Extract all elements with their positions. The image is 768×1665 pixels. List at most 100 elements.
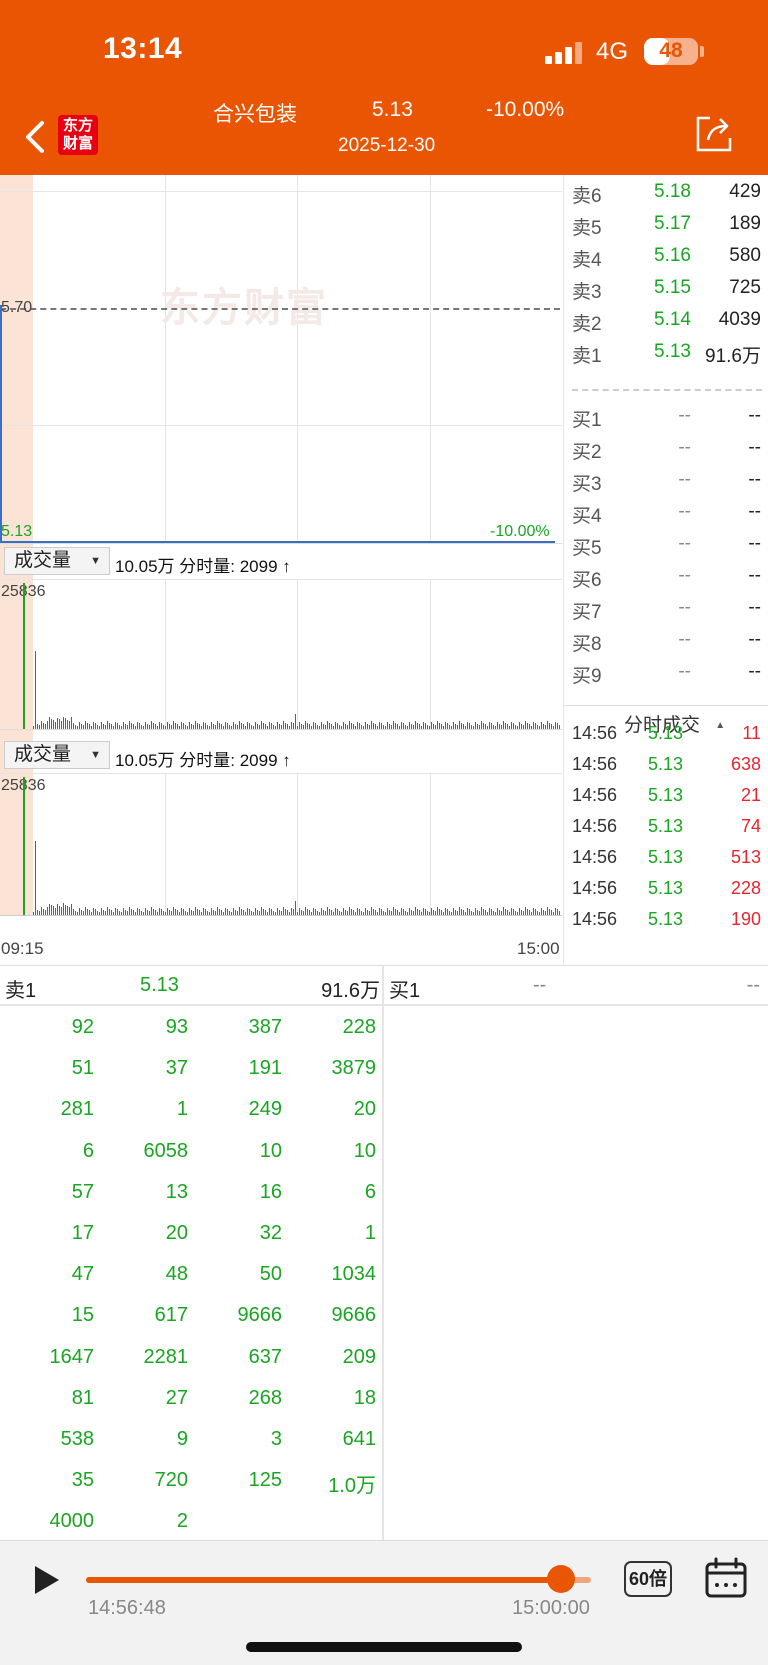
volume-bar <box>295 714 296 729</box>
bid-row[interactable]: 买1 -- -- <box>564 401 768 433</box>
volume-bar <box>327 721 328 729</box>
level-price: -- <box>678 661 691 682</box>
progress-track[interactable] <box>86 1577 591 1583</box>
queue-order-size: 18 <box>353 1386 376 1409</box>
volume-bar <box>67 906 68 915</box>
trade-row: 14:56 5.13 228 <box>564 874 768 906</box>
volume-bar <box>61 720 62 729</box>
app-logo: 东方财富 <box>58 115 98 155</box>
intraday-chart[interactable]: 东方财富 5.70 5.13 -10.00% 成交量 ▼ 10.05万 分时量: … <box>0 175 562 965</box>
level-label: 买3 <box>572 474 602 495</box>
stock-name: 合兴包装 <box>213 103 297 126</box>
price-low-label: 5.13 <box>1 523 33 540</box>
trade-time: 14:56 <box>572 847 618 867</box>
volume-bar <box>541 722 542 729</box>
volume-bar <box>541 908 542 915</box>
share-icon[interactable] <box>694 114 734 154</box>
volume-bar <box>59 719 60 729</box>
volume-bar <box>459 907 460 915</box>
volume-bar <box>239 907 240 915</box>
ask-row[interactable]: 卖5 5.17 189 <box>564 209 768 241</box>
queue-buy-label: 买1 <box>389 980 421 1002</box>
level-label: 卖6 <box>572 186 602 207</box>
volume-bar <box>467 907 468 915</box>
level-volume: -- <box>748 501 761 522</box>
trade-volume: 228 <box>730 878 761 898</box>
bid-row[interactable]: 买7 -- -- <box>564 593 768 625</box>
ask-row[interactable]: 卖6 5.18 429 <box>564 177 768 209</box>
volume-bar <box>525 721 526 729</box>
volume-bar <box>327 907 328 915</box>
volume-bar <box>145 722 146 729</box>
bid-row[interactable]: 买8 -- -- <box>564 625 768 657</box>
queue-order-size: 2 <box>176 1510 188 1533</box>
volume-bar <box>101 908 102 915</box>
auction-volume-bar <box>23 583 25 729</box>
trade-row: 14:56 5.13 638 <box>564 750 768 782</box>
volume-bar <box>525 907 526 915</box>
level-volume: 580 <box>729 245 761 266</box>
indicator-select[interactable]: 成交量 ▼ <box>4 547 110 575</box>
volume-bar <box>71 717 72 729</box>
volume-bar <box>453 908 454 915</box>
volume-bar <box>167 908 168 915</box>
trade-row: 14:56 5.13 190 <box>564 905 768 937</box>
volume-bar <box>305 907 306 915</box>
level-price: -- <box>678 533 691 554</box>
volume-bar <box>41 907 42 915</box>
volume-bar <box>291 907 292 915</box>
volume-bar <box>459 721 460 729</box>
volume-bar <box>115 721 116 729</box>
queue-order-size: 617 <box>154 1304 188 1327</box>
back-arrow-icon[interactable] <box>20 117 52 157</box>
book-divider <box>572 389 762 391</box>
bid-row[interactable]: 买4 -- -- <box>564 497 768 529</box>
indicator-select[interactable]: 成交量 ▼ <box>4 741 110 769</box>
bid-row[interactable]: 买5 -- -- <box>564 529 768 561</box>
progress-knob[interactable] <box>546 1565 575 1593</box>
volume-bar <box>453 722 454 729</box>
ask-row[interactable]: 卖1 5.13 91.6万 <box>564 337 768 369</box>
bid-row[interactable]: 买9 -- -- <box>564 657 768 689</box>
calendar-icon[interactable] <box>704 1557 748 1599</box>
volume-bar <box>137 907 138 915</box>
queue-order-size: 9 <box>176 1428 188 1450</box>
volume-bar <box>365 908 366 915</box>
volume-bar <box>321 908 322 915</box>
queue-order-size: 9666 <box>331 1304 377 1327</box>
volume-bar <box>503 721 504 729</box>
volume-bar <box>423 721 424 729</box>
level-price: 5.16 <box>654 245 691 266</box>
volume-bar <box>431 908 432 915</box>
level-label: 买7 <box>572 602 602 623</box>
ask-row[interactable]: 卖4 5.16 580 <box>564 241 768 273</box>
queue-order-size: 228 <box>342 1016 376 1038</box>
bid-row[interactable]: 买6 -- -- <box>564 561 768 593</box>
volume-bar <box>393 907 394 915</box>
trade-price: 5.13 <box>648 847 684 867</box>
volume-bar <box>269 907 270 915</box>
volume-bar <box>503 907 504 915</box>
bid-row[interactable]: 买3 -- -- <box>564 465 768 497</box>
queue-order-size: 3 <box>270 1428 282 1450</box>
ask-row[interactable]: 卖3 5.15 725 <box>564 273 768 305</box>
queue-sell-price: 5.13 <box>140 974 179 996</box>
trade-volume: 190 <box>730 909 761 929</box>
volume-bar <box>203 907 204 915</box>
trade-price: 5.13 <box>648 723 684 743</box>
volume-bar <box>481 907 482 915</box>
speed-button[interactable]: 60倍 <box>624 1561 672 1597</box>
ask-row[interactable]: 卖2 5.14 4039 <box>564 305 768 337</box>
queue-order-size: 1647 <box>49 1345 95 1368</box>
call-auction-band <box>0 175 33 543</box>
level-price: -- <box>678 469 691 490</box>
queue-order-size: 1 <box>364 1222 376 1244</box>
trade-volume: 21 <box>740 785 761 805</box>
play-icon[interactable] <box>32 1563 62 1597</box>
trade-price: 5.13 <box>648 909 684 929</box>
bid-row[interactable]: 买2 -- -- <box>564 433 768 465</box>
battery-tip <box>700 46 704 57</box>
queue-order-size: 1 <box>176 1098 188 1121</box>
queue-buy-price: -- <box>533 974 547 996</box>
level-label: 买1 <box>572 410 602 431</box>
